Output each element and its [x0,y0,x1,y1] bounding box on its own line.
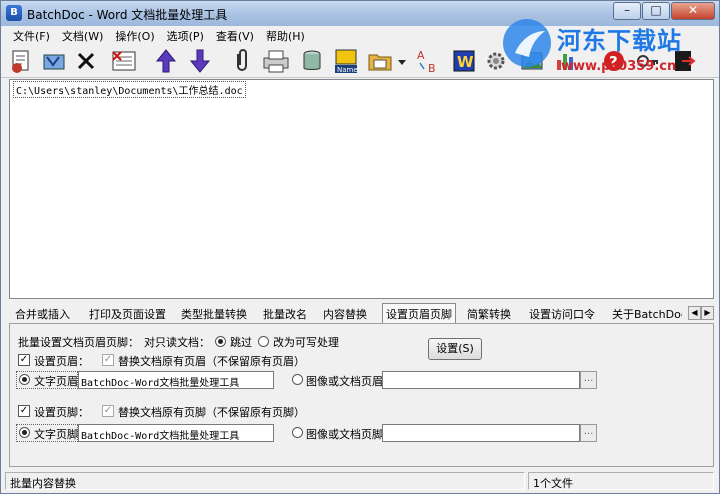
header-text-radio-label: 文字页眉 [34,375,78,388]
menu-options[interactable]: 选项(P) [161,26,210,44]
svg-text:B: B [428,62,436,75]
status-bar: 批量内容替换 1个文件 [1,470,719,493]
enable-footer-label: 设置页脚： [34,406,89,419]
set-button[interactable]: 设置(S) [428,338,482,360]
rename-icon[interactable]: Name [331,46,361,76]
delete-icon[interactable] [71,46,101,76]
menu-view[interactable]: 查看(V) [210,26,260,44]
tab-print-page-setup[interactable]: 打印及页面设置 [89,304,166,322]
window-title: BatchDoc - Word 文档批量处理工具 [27,8,228,22]
list-item[interactable]: C:\Users\stanley\Documents\工作总结.doc [13,81,246,98]
move-down-icon[interactable] [185,46,215,76]
add-files-icon[interactable] [7,46,37,76]
enable-header-checkbox[interactable]: ✓ [18,354,30,366]
status-left: 批量内容替换 [5,472,525,490]
database-icon[interactable] [297,46,327,76]
svg-text:Name: Name [337,66,358,74]
status-right: 1个文件 [528,472,714,490]
header-text-radio[interactable] [19,374,30,385]
footer-browse-button[interactable]: ... [580,424,597,442]
tab-strip: 合并或插入 打印及页面设置 类型批量转换 批量改名 内容替换 设置页眉页脚 简繁… [9,303,714,324]
watermark: 河东下载站 www.pc0359.cn [469,9,709,74]
watermark-text: 河东下载站 [557,27,682,55]
tab-scroll-right-icon[interactable]: ▶ [701,306,714,320]
dropdown-icon[interactable] [395,46,409,76]
header-image-radio[interactable] [292,374,303,385]
replace-header-checkbox[interactable]: ✓ [102,354,114,366]
menu-document[interactable]: 文档(W) [56,26,109,44]
open-folder-icon[interactable] [365,46,395,76]
footer-text-radio-label: 文字页脚 [34,428,78,441]
tab-type-convert[interactable]: 类型批量转换 [181,304,247,322]
print-icon[interactable] [261,46,291,76]
header-text-input[interactable]: BatchDoc-Word文档批量处理工具 [78,371,274,389]
tab-merge-insert[interactable]: 合并或插入 [15,304,70,322]
tab-header-footer[interactable]: 设置页眉页脚 [382,303,456,323]
tab-access-password[interactable]: 设置访问口令 [529,304,595,322]
app-icon: B [6,5,22,21]
add-folder-icon[interactable] [39,46,69,76]
enable-footer-checkbox[interactable]: ✓ [18,405,30,417]
main-window: B BatchDoc - Word 文档批量处理工具 – □ ✕ 文件(F) 文… [0,0,720,494]
header-image-radio-label: 图像或文档页眉 [306,375,383,388]
menu-file[interactable]: 文件(F) [7,26,56,44]
menu-help[interactable]: 帮助(H) [260,26,311,44]
skip-radio[interactable] [215,336,226,347]
footer-image-input[interactable] [382,424,580,442]
header-footer-panel: 批量设置文档页眉页脚： 对只读文档： 跳过 改为可写处理 设置(S) ✓ 设置页… [9,323,714,467]
enable-header-label: 设置页眉： [34,355,89,368]
replace-footer-label: 替换文档原有页脚（不保留原有页脚） [118,406,305,419]
replace-footer-checkbox[interactable]: ✓ [102,405,114,417]
make-writable-label: 改为可写处理 [273,336,339,349]
tab-batch-rename[interactable]: 批量改名 [263,304,307,322]
move-up-icon[interactable] [151,46,181,76]
tab-content-replace[interactable]: 内容替换 [323,304,367,322]
tab-about[interactable]: 关于BatchDoc [612,304,682,322]
footer-image-radio[interactable] [292,427,303,438]
footer-image-radio-label: 图像或文档页脚 [306,428,383,441]
header-image-input[interactable] [382,371,580,389]
tab-scroll: ◀ ▶ [688,306,714,320]
replace-header-label: 替换文档原有页眉（不保留原有页眉） [118,355,305,368]
skip-label: 跳过 [230,336,252,349]
watermark-url: www.pc0359.cn [561,59,677,74]
replace-text-icon[interactable]: AB [413,46,443,76]
header-browse-button[interactable]: ... [580,371,597,389]
batch-label: 批量设置文档页眉页脚： [18,336,139,349]
make-writable-radio[interactable] [258,336,269,347]
file-list[interactable]: C:\Users\stanley\Documents\工作总结.doc [9,79,714,299]
tab-scroll-left-icon[interactable]: ◀ [688,306,701,320]
attach-icon[interactable] [227,46,257,76]
readonly-label: 对只读文档： [144,336,210,349]
footer-text-radio[interactable] [19,427,30,438]
menu-operation[interactable]: 操作(O) [109,26,160,44]
watermark-logo-icon [503,19,551,67]
footer-text-input[interactable]: BatchDoc-Word文档批量处理工具 [78,424,274,442]
clear-list-icon[interactable] [109,46,139,76]
svg-text:A: A [417,49,425,62]
tab-simp-trad[interactable]: 简繁转换 [467,304,511,322]
